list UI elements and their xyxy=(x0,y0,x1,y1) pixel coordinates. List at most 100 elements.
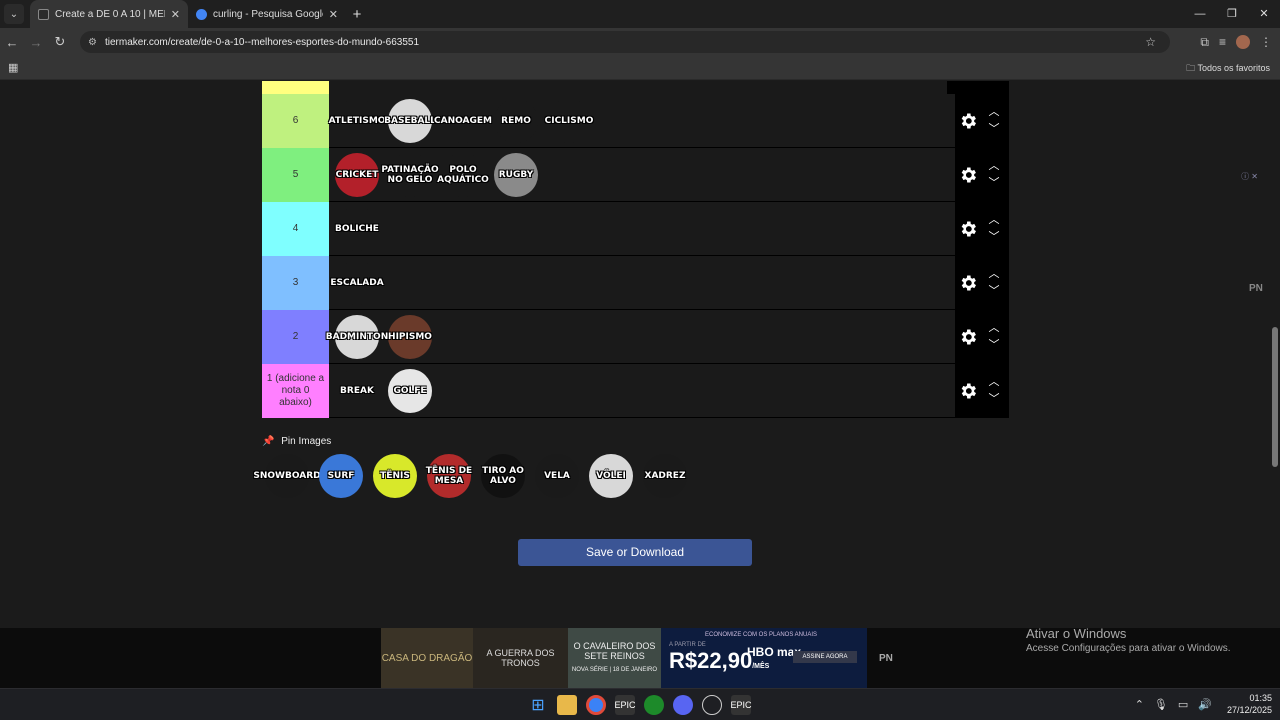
steam-icon[interactable] xyxy=(702,695,722,715)
network-icon[interactable]: ▭ xyxy=(1178,698,1188,711)
sport-item[interactable]: RUGBY xyxy=(491,150,541,200)
sport-item[interactable]: REMO xyxy=(491,96,541,146)
chevron-up-icon[interactable]: ︿ xyxy=(987,374,1001,391)
sport-item[interactable]: CANOAGEM xyxy=(434,96,492,146)
hbo-ad-banner[interactable]: CASA DO DRAGÃO A GUERRA DOS TRONOS O CAV… xyxy=(381,628,867,688)
reload-icon[interactable]: ↻ xyxy=(48,34,72,50)
site-info-icon[interactable]: ⚙ xyxy=(88,37,97,48)
chevron-down-icon[interactable]: ﹀ xyxy=(987,283,1001,300)
tier-label[interactable]: 3 xyxy=(262,256,329,310)
chevron-down-icon[interactable]: ﹀ xyxy=(987,337,1001,354)
close-window-icon[interactable]: ✕ xyxy=(1248,0,1280,28)
tier-row: 3 ESCALADA ︿ ﹀ xyxy=(262,256,1009,310)
volume-icon[interactable]: 🔊 xyxy=(1198,698,1212,711)
tab-search-button[interactable]: ⌄ xyxy=(4,4,24,24)
menu-icon[interactable]: ⋮ xyxy=(1260,35,1272,49)
sport-item[interactable]: BOLICHE xyxy=(332,204,382,254)
apps-grid-icon[interactable]: ▦ xyxy=(8,61,18,74)
pool-sport-item[interactable]: VELA xyxy=(532,451,582,501)
bookmark-star-icon[interactable]: ☆ xyxy=(1145,35,1156,49)
restore-icon[interactable]: ❐ xyxy=(1216,0,1248,28)
chevron-up-icon[interactable]: ︿ xyxy=(987,158,1001,175)
tier-label[interactable]: 2 xyxy=(262,310,329,364)
chevron-down-icon[interactable]: ﹀ xyxy=(987,229,1001,246)
all-bookmarks-folder[interactable]: 🗀 Todos os favoritos xyxy=(1186,61,1270,77)
file-explorer-icon[interactable] xyxy=(557,695,577,715)
sport-item[interactable]: BASEBALL xyxy=(384,96,436,146)
scrollbar-thumb[interactable] xyxy=(1272,327,1278,467)
sport-item[interactable]: BREAK xyxy=(332,366,382,416)
sport-item-label: VÔLEI xyxy=(596,471,626,481)
gear-icon[interactable] xyxy=(958,219,978,239)
extensions-icon[interactable]: ⧉ xyxy=(1200,35,1209,50)
pin-images-toggle[interactable]: 📌 Pin Images xyxy=(262,436,331,447)
tier-row: 2 BADMINTON HIPISMO ︿ ﹀ xyxy=(262,310,1009,364)
tier-label[interactable]: 5 xyxy=(262,148,329,202)
sport-item-label: BASEBALL xyxy=(384,115,436,126)
pool-sport-item[interactable]: SNOWBOARD xyxy=(253,451,321,501)
tier-controls: ︿ ﹀ xyxy=(955,202,1009,256)
chevron-up-icon[interactable]: ︿ xyxy=(987,104,1001,121)
minimize-icon[interactable]: — xyxy=(1184,0,1216,28)
forward-icon[interactable]: → xyxy=(24,35,48,50)
close-tab-icon[interactable]: ✕ xyxy=(171,8,180,21)
windows-start-icon[interactable]: ⊞ xyxy=(528,695,548,715)
tab-title: Create a DE 0 A 10 | MELHORES xyxy=(55,8,165,20)
sport-item[interactable]: CRICKET xyxy=(332,150,382,200)
chevron-up-icon[interactable]: ︿ xyxy=(987,266,1001,283)
profile-avatar[interactable] xyxy=(1236,35,1250,49)
chevron-up-icon[interactable]: ︿ xyxy=(987,320,1001,337)
discord-icon[interactable] xyxy=(673,695,693,715)
sport-item[interactable]: HIPISMO xyxy=(385,312,435,362)
sport-item[interactable]: CICLISMO xyxy=(544,96,594,146)
chrome-icon[interactable] xyxy=(586,695,606,715)
sport-item[interactable]: BADMINTON xyxy=(326,312,388,362)
gear-icon[interactable] xyxy=(958,273,978,293)
tier-row-partial xyxy=(262,81,1009,94)
media-icon[interactable]: ≡ xyxy=(1219,35,1226,49)
epic-games-icon[interactable]: EPIC xyxy=(615,695,636,715)
sport-item[interactable]: PATINAÇÃO NO GELO xyxy=(381,150,439,200)
microphone-icon[interactable]: 🎙 xyxy=(1154,698,1168,711)
gear-icon[interactable] xyxy=(958,111,978,131)
pool-sport-item[interactable]: SURF xyxy=(316,451,366,501)
scrollbar[interactable] xyxy=(1272,167,1278,628)
chevron-down-icon[interactable]: ﹀ xyxy=(987,121,1001,138)
ad-subscribe-button[interactable]: ASSINE AGORA xyxy=(793,651,857,663)
sport-item-label: TÊNIS xyxy=(380,471,410,481)
close-tab-icon[interactable]: ✕ xyxy=(329,8,338,21)
xbox-icon[interactable] xyxy=(644,695,664,715)
url-field[interactable]: ⚙ tiermaker.com/create/de-0-a-10--melhor… xyxy=(80,31,1170,53)
save-or-download-button[interactable]: Save or Download xyxy=(518,539,752,566)
pool-sport-item[interactable]: XADREZ xyxy=(640,451,690,501)
sport-item[interactable]: ATLETISMO xyxy=(329,96,385,146)
clock[interactable]: 01:35 27/12/2025 xyxy=(1227,692,1272,716)
tier-label[interactable]: 1 (adicione a nota 0 abaixo) xyxy=(262,364,329,418)
tier-move-arrows: ︿ ﹀ xyxy=(987,320,1001,354)
gear-icon[interactable] xyxy=(958,165,978,185)
gear-icon[interactable] xyxy=(958,381,978,401)
sport-item[interactable]: GOLFE xyxy=(385,366,435,416)
back-icon[interactable]: ← xyxy=(0,35,24,50)
pool-sport-item[interactable]: VÔLEI xyxy=(586,451,636,501)
sport-item[interactable]: POLO AQUÁTICO xyxy=(437,150,489,200)
tier-items: BOLICHE xyxy=(329,202,955,255)
epic-games-2-icon[interactable]: EPIC xyxy=(731,695,752,715)
pool-sport-item[interactable]: TÊNIS DE MESA xyxy=(424,451,474,501)
pool-sport-item[interactable]: TÊNIS xyxy=(370,451,420,501)
bookmarks-bar: ▦ 🗀 Todos os favoritos xyxy=(0,56,1280,80)
tier-move-arrows: ︿ ﹀ xyxy=(987,212,1001,246)
new-tab-button[interactable]: + xyxy=(346,6,368,23)
tab-tiermaker[interactable]: Create a DE 0 A 10 | MELHORES ✕ xyxy=(30,0,188,28)
tier-label[interactable]: 6 xyxy=(262,94,329,148)
chevron-up-icon[interactable]: ︿ xyxy=(987,212,1001,229)
sport-item[interactable]: ESCALADA xyxy=(330,258,384,308)
ad-choices-icon[interactable]: ⓘ ✕ xyxy=(1241,171,1258,182)
tray-expand-icon[interactable]: ⌃ xyxy=(1135,698,1144,711)
chevron-down-icon[interactable]: ﹀ xyxy=(987,391,1001,408)
pool-sport-item[interactable]: TIRO AO ALVO xyxy=(478,451,528,501)
chevron-down-icon[interactable]: ﹀ xyxy=(987,175,1001,192)
gear-icon[interactable] xyxy=(958,327,978,347)
tier-label[interactable]: 4 xyxy=(262,202,329,256)
tab-google[interactable]: curling - Pesquisa Google ✕ xyxy=(188,0,346,28)
